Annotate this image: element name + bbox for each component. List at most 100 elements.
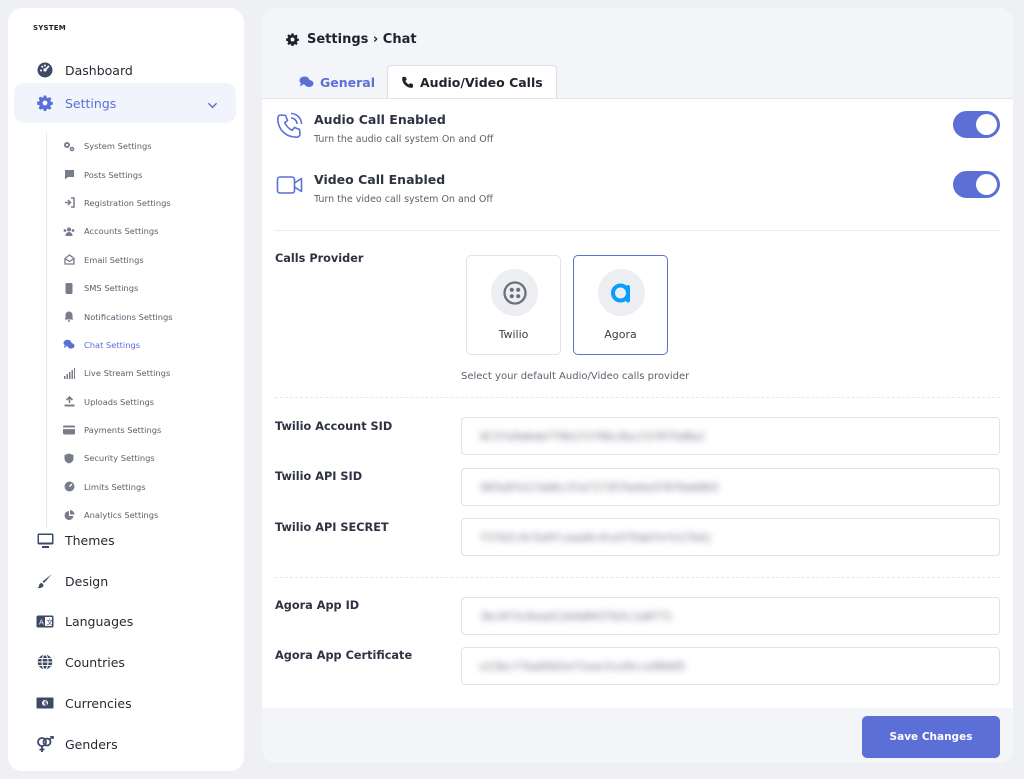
provider-option-twilio[interactable]: Twilio bbox=[466, 255, 561, 355]
sidebar: SYSTEM Dashboard Settings System Setting… bbox=[8, 8, 244, 771]
sidebar-subitem-sms[interactable]: SMS Settings bbox=[47, 274, 236, 302]
sidebar-item-languages[interactable]: A文 Languages bbox=[14, 601, 236, 641]
comments-icon bbox=[63, 339, 75, 351]
sign-in-icon bbox=[63, 197, 75, 209]
sidebar-item-settings[interactable]: Settings bbox=[14, 83, 236, 123]
shield-icon bbox=[63, 452, 75, 464]
twilio-api-secret-input[interactable]: Y1fb2c4c5a9fcaaa6c4ce5f6abfefe17bdj bbox=[461, 518, 1000, 556]
calls-settings-panel: Audio Call Enabled Turn the audio call s… bbox=[262, 98, 1013, 708]
sidebar-subitem-registration[interactable]: Registration Settings bbox=[47, 189, 236, 217]
sidebar-subitem-uploads[interactable]: Uploads Settings bbox=[47, 388, 236, 416]
envelope-open-icon bbox=[63, 254, 75, 266]
subitem-label: Accounts Settings bbox=[84, 226, 159, 237]
money-bill-icon: $ bbox=[36, 694, 54, 712]
sidebar-subitem-system[interactable]: System Settings bbox=[47, 132, 236, 160]
agora-app-id-label: Agora App ID bbox=[275, 599, 360, 612]
subitem-label: Limits Settings bbox=[84, 481, 146, 492]
sidebar-item-label: Currencies bbox=[65, 695, 132, 711]
subitem-label: Live Stream Settings bbox=[84, 368, 171, 379]
desktop-icon bbox=[36, 531, 54, 549]
venus-mars-icon bbox=[36, 735, 54, 753]
agora-app-id-input[interactable]: 3bc0f3c6ead11b4d0437b5c1a8f71 bbox=[461, 597, 1000, 635]
audio-call-toggle[interactable] bbox=[953, 111, 1000, 138]
sidebar-item-label: Themes bbox=[65, 532, 115, 548]
subitem-label: Analytics Settings bbox=[84, 510, 159, 521]
subitem-label: SMS Settings bbox=[84, 283, 139, 294]
paint-brush-icon bbox=[36, 572, 54, 590]
provider-option-agora[interactable]: Agora bbox=[573, 255, 668, 355]
input-value: SK5e0fe17ab6c3fa71f35fbe6a3f0f0ab0b5 bbox=[480, 480, 719, 494]
sidebar-subitem-security[interactable]: Security Settings bbox=[47, 444, 236, 472]
sidebar-item-label: Dashboard bbox=[65, 62, 133, 78]
video-call-setting: Video Call Enabled Turn the video call s… bbox=[276, 170, 493, 205]
sidebar-item-themes[interactable]: Themes bbox=[14, 520, 236, 560]
sidebar-item-design[interactable]: Design bbox=[14, 561, 236, 601]
provider-name: Twilio bbox=[498, 328, 529, 341]
twilio-api-sid-input[interactable]: SK5e0fe17ab6c3fa71f35fbe6a3f0f0ab0b5 bbox=[461, 468, 1000, 506]
agora-app-certificate-input[interactable]: e13bcf7ba69d2ef1eac5ce9cce96b05 bbox=[461, 647, 1000, 685]
sidebar-item-label: Countries bbox=[65, 654, 125, 670]
sidebar-item-genders[interactable]: Genders bbox=[14, 724, 236, 764]
input-value: AC3fe9a6ab7f6b1f2f0bc8ac21f0f5d8a1 bbox=[480, 429, 706, 443]
sidebar-subitem-live-stream[interactable]: Live Stream Settings bbox=[47, 359, 236, 387]
users-icon bbox=[63, 225, 75, 237]
comments-icon bbox=[299, 76, 314, 88]
tab-general[interactable]: General bbox=[287, 65, 387, 99]
gear-icon bbox=[286, 33, 299, 46]
subitem-label: Email Settings bbox=[84, 254, 144, 265]
input-value: 3bc0f3c6ead11b4d0437b5c1a8f71 bbox=[480, 609, 673, 623]
provider-name: Agora bbox=[604, 328, 637, 341]
sidebar-subitem-email[interactable]: Email Settings bbox=[47, 246, 236, 274]
breadcrumb: Settings › Chat bbox=[307, 32, 417, 47]
page-title: Settings › Chat bbox=[286, 32, 417, 47]
tab-audio-video-calls[interactable]: Audio/Video Calls bbox=[387, 65, 557, 99]
video-camera-icon bbox=[276, 170, 304, 200]
svg-text:$: $ bbox=[43, 700, 47, 707]
bell-icon bbox=[63, 311, 75, 323]
sidebar-subitem-chat[interactable]: Chat Settings bbox=[47, 331, 236, 359]
svg-text:A: A bbox=[39, 618, 44, 626]
twilio-account-sid-input[interactable]: AC3fe9a6ab7f6b1f2f0bc8ac21f0f5d8a1 bbox=[461, 417, 1000, 455]
subitem-label: Payments Settings bbox=[84, 425, 162, 436]
sidebar-subitem-posts[interactable]: Posts Settings bbox=[47, 160, 236, 188]
sidebar-subitem-payments[interactable]: Payments Settings bbox=[47, 416, 236, 444]
subitem-label: Security Settings bbox=[84, 453, 155, 464]
comment-icon bbox=[63, 169, 75, 181]
phone-icon bbox=[401, 76, 414, 89]
sidebar-item-currencies[interactable]: $ Currencies bbox=[14, 683, 236, 723]
signal-icon bbox=[63, 367, 75, 379]
tab-label: General bbox=[320, 74, 375, 90]
video-call-toggle[interactable] bbox=[953, 171, 1000, 198]
save-changes-button[interactable]: Save Changes bbox=[862, 716, 1000, 758]
credit-card-icon bbox=[63, 424, 75, 436]
sidebar-item-countries[interactable]: Countries bbox=[14, 642, 236, 682]
main-content: Settings › Chat General Audio/Video Call… bbox=[262, 8, 1013, 763]
tab-label: Audio/Video Calls bbox=[420, 75, 543, 90]
sidebar-item-label: Genders bbox=[65, 736, 118, 752]
twilio-api-sid-label: Twilio API SID bbox=[275, 470, 363, 483]
mobile-icon bbox=[63, 282, 75, 294]
subitem-label: Posts Settings bbox=[84, 169, 143, 180]
sidebar-subitem-accounts[interactable]: Accounts Settings bbox=[47, 217, 236, 245]
twilio-logo bbox=[491, 269, 538, 316]
gear-icon bbox=[36, 94, 54, 112]
audio-call-description: Turn the audio call system On and Off bbox=[314, 134, 494, 145]
input-value: Y1fb2c4c5a9fcaaa6c4ce5f6abfefe17bdj bbox=[480, 530, 712, 544]
provider-hint: Select your default Audio/Video calls pr… bbox=[461, 371, 690, 382]
subitem-label: Registration Settings bbox=[84, 197, 171, 208]
sidebar-subitem-limits[interactable]: Limits Settings bbox=[47, 473, 236, 501]
subitem-label: System Settings bbox=[84, 141, 152, 152]
twilio-api-secret-label: Twilio API SECRET bbox=[275, 521, 389, 534]
audio-call-title: Audio Call Enabled bbox=[314, 112, 446, 127]
calls-provider-label: Calls Provider bbox=[275, 252, 364, 265]
sidebar-section-title: SYSTEM bbox=[33, 24, 66, 32]
toggle-knob bbox=[976, 114, 997, 135]
divider bbox=[275, 230, 1000, 231]
sidebar-item-label: Design bbox=[65, 573, 109, 589]
divider bbox=[275, 397, 1000, 398]
chevron-down-icon bbox=[207, 96, 218, 115]
subitem-label: Chat Settings bbox=[84, 339, 141, 350]
subitem-label: Uploads Settings bbox=[84, 396, 155, 407]
globe-icon bbox=[36, 653, 54, 671]
sidebar-subitem-notifications[interactable]: Notifications Settings bbox=[47, 302, 236, 330]
